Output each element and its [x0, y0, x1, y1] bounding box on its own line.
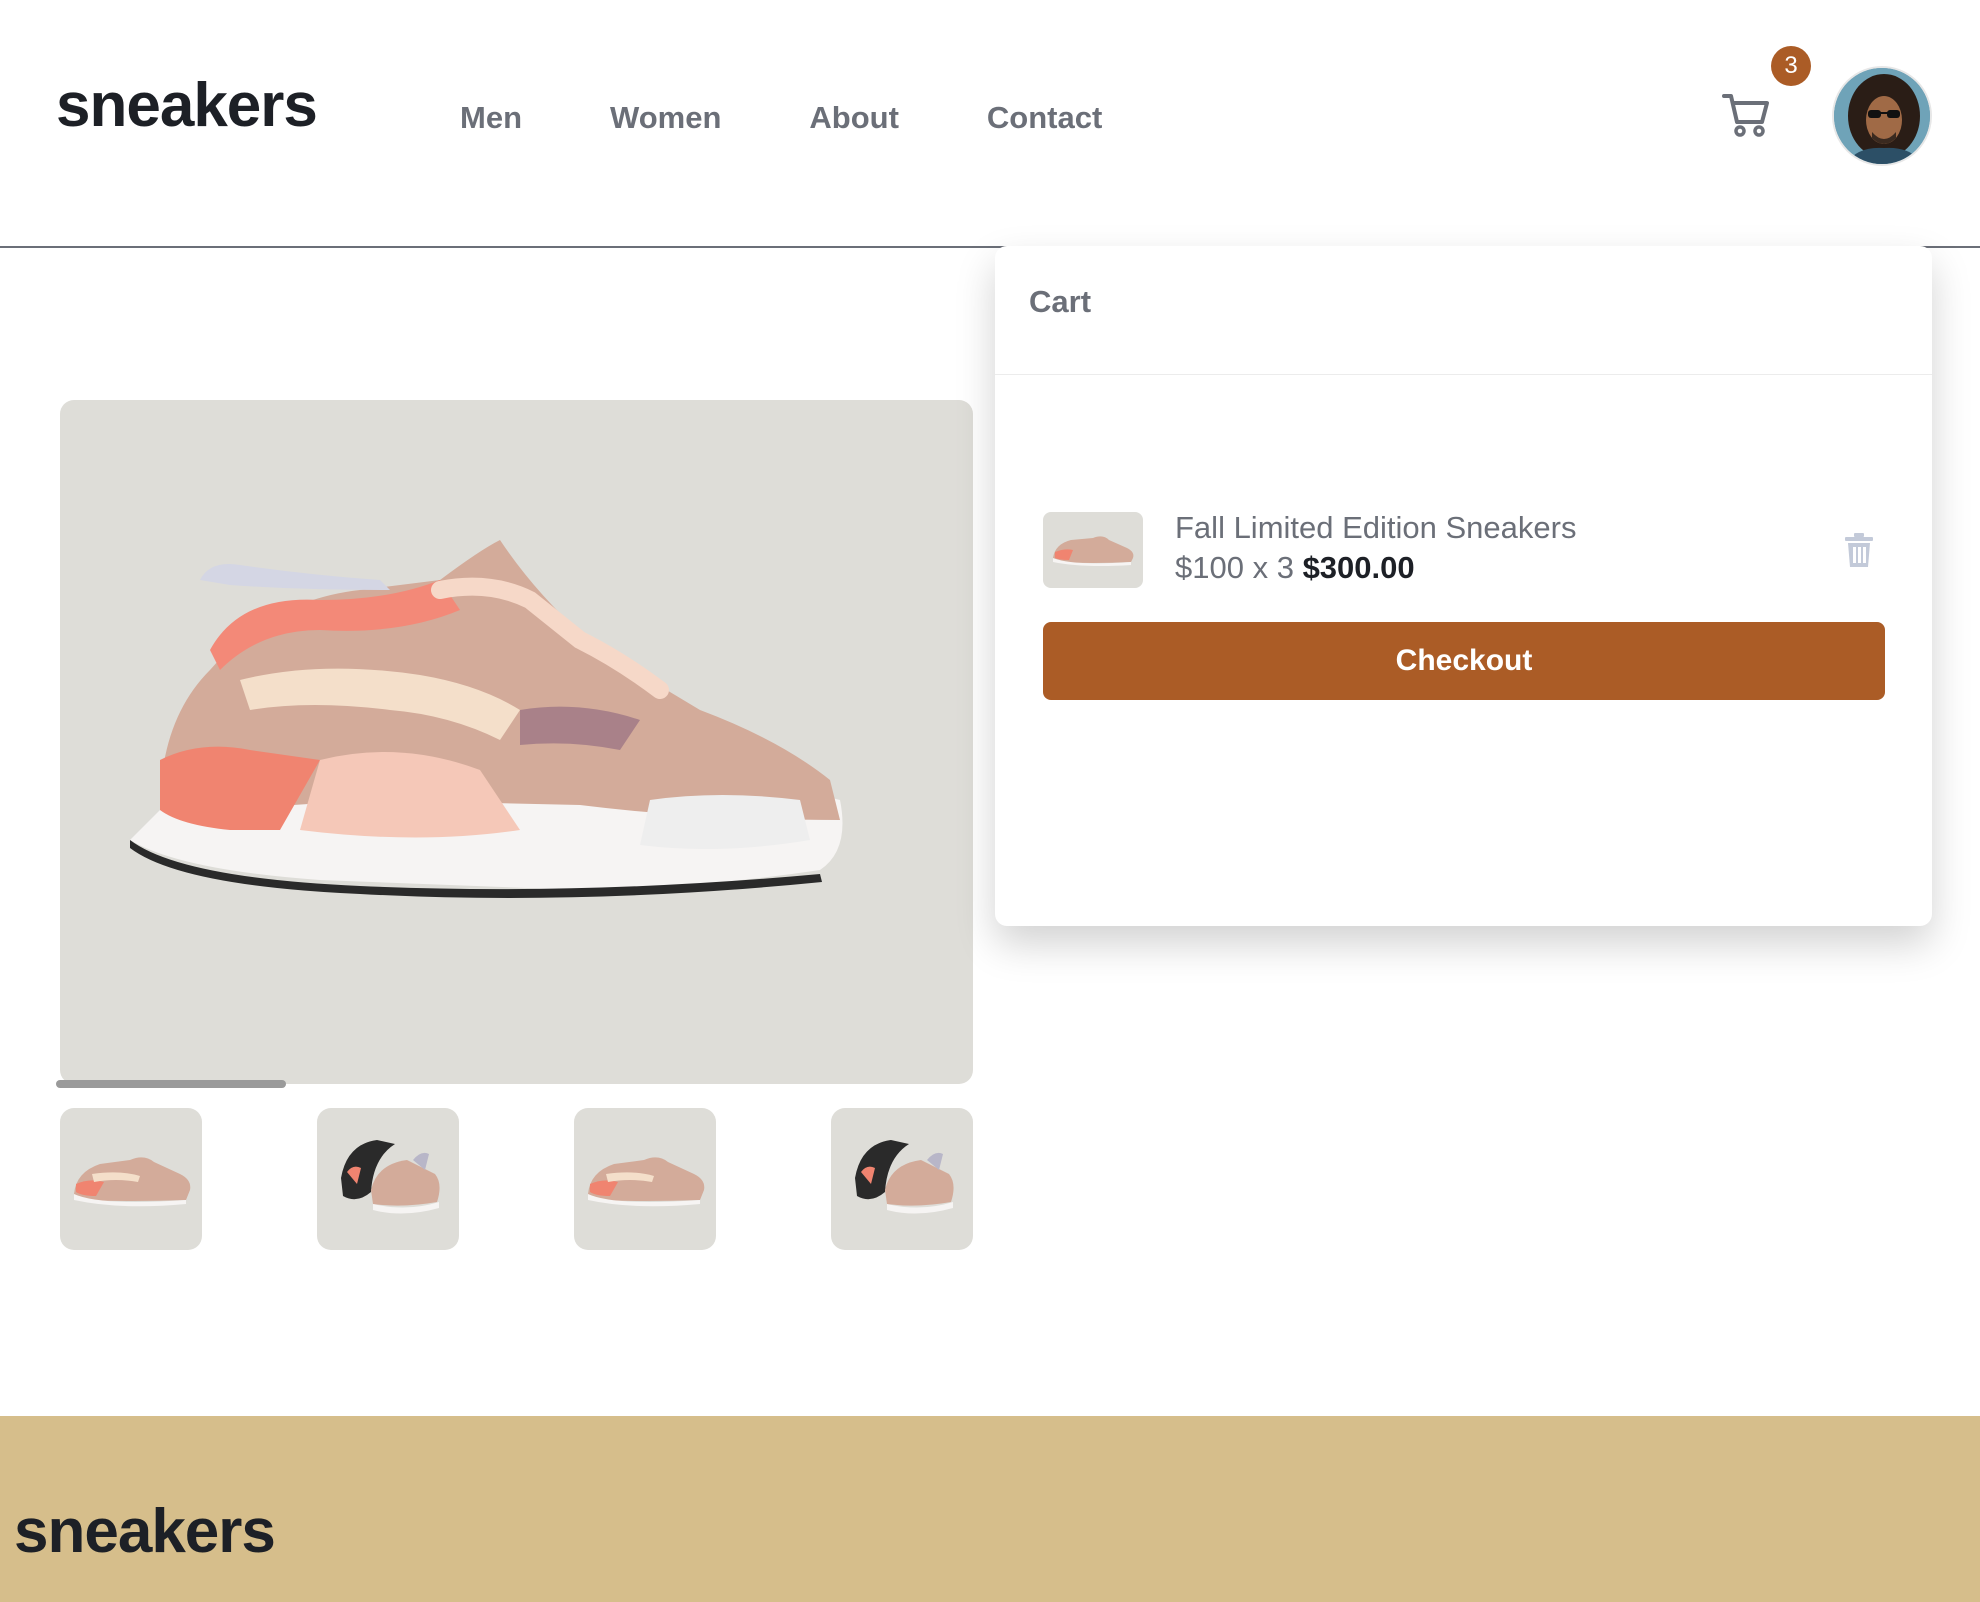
thumbnail-1[interactable] — [60, 1108, 202, 1250]
gallery-scrollbar[interactable] — [56, 1080, 286, 1088]
nav-link-about[interactable]: About — [809, 100, 899, 136]
site-footer: sneakers — [0, 1416, 1980, 1602]
site-logo[interactable]: sneakers — [56, 70, 318, 141]
cart-item-unit-price: $100 x 3 — [1175, 550, 1294, 585]
product-main-image[interactable] — [60, 400, 973, 1084]
thumbnail-image — [341, 1140, 440, 1214]
sneaker-image — [130, 540, 843, 898]
nav-link-women[interactable]: Women — [610, 100, 721, 136]
nav-link-men[interactable]: Men — [460, 100, 522, 136]
cart-dropdown: Cart Fall Limited Edition Sneakers $100 … — [995, 246, 1932, 926]
avatar-image — [1834, 68, 1930, 164]
checkout-button[interactable]: Checkout — [1043, 622, 1885, 700]
thumbnail-4[interactable] — [831, 1108, 973, 1250]
cart-item-total: $300.00 — [1302, 550, 1415, 585]
thumbnail-3[interactable] — [574, 1108, 716, 1250]
cart-item-name: Fall Limited Edition Sneakers — [1175, 510, 1577, 545]
main-nav: Men Women About Contact — [460, 100, 1102, 136]
cart-item-price-line: $100 x 3 $300.00 — [1175, 550, 1415, 586]
thumbnail-image — [74, 1157, 191, 1207]
site-header: sneakers Men Women About Contact 3 — [0, 0, 1980, 248]
nav-link-contact[interactable]: Contact — [987, 100, 1102, 136]
cart-divider — [995, 374, 1932, 375]
trash-icon — [1845, 533, 1873, 567]
thumbnail-image — [588, 1157, 705, 1207]
cart-button[interactable] — [1722, 92, 1770, 138]
user-avatar[interactable] — [1832, 66, 1932, 166]
delete-item-button[interactable] — [1843, 532, 1875, 568]
thumbnail-image — [855, 1140, 954, 1214]
cart-item-thumbnail — [1043, 512, 1143, 588]
thumbnail-2[interactable] — [317, 1108, 459, 1250]
cart-item-image — [1053, 536, 1134, 566]
cart-icon — [1722, 94, 1769, 137]
cart-title: Cart — [1029, 284, 1092, 319]
cart-count-badge: 3 — [1771, 46, 1811, 86]
footer-logo[interactable]: sneakers — [14, 1496, 276, 1567]
